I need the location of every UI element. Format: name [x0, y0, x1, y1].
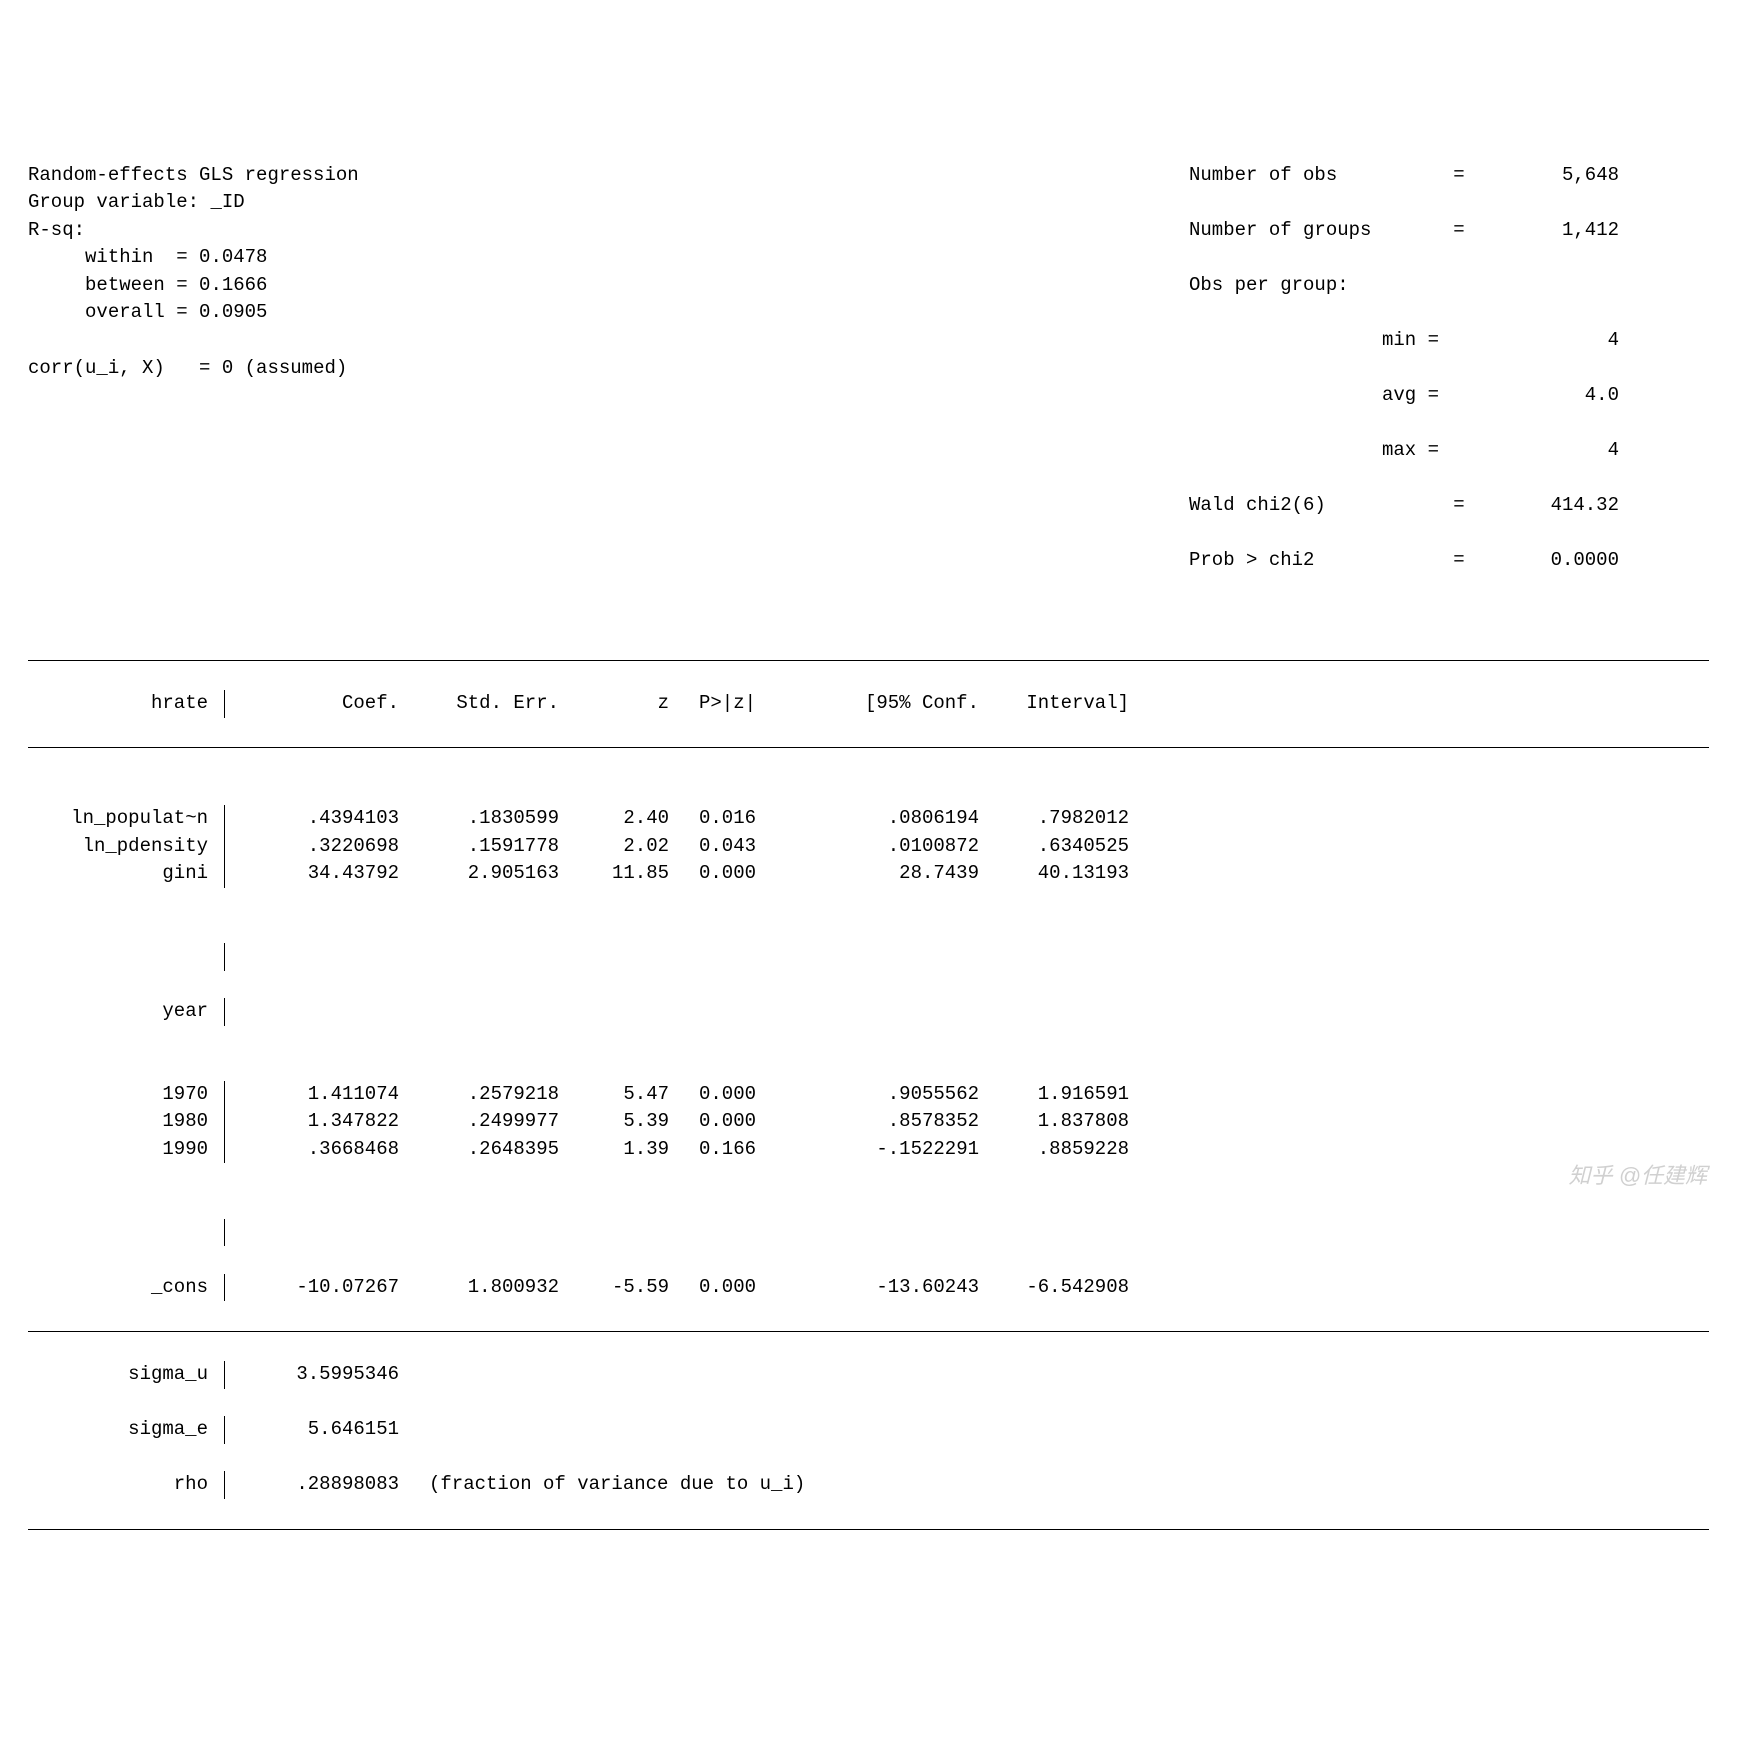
group-var: _ID — [210, 191, 244, 213]
rsq-label: R-sq: — [28, 219, 85, 241]
table-row: ln_populat~n.4394103.18305992.400.016.08… — [28, 805, 1709, 833]
opg-avg-label: avg = — [1189, 382, 1439, 410]
group-var-label: Group variable: — [28, 191, 199, 213]
opg-max-label: max = — [1189, 437, 1439, 465]
table-header-row: hrate Coef. Std. Err. z P>|z| [95% Conf.… — [28, 690, 1709, 718]
var-name: 1980 — [28, 1108, 222, 1136]
table-row-blank — [28, 1219, 1709, 1247]
year-label: year — [28, 998, 222, 1026]
opg-max: 4 — [1479, 437, 1619, 465]
table-mid-rule — [28, 1331, 1709, 1332]
var-name: 1990 — [28, 1136, 222, 1164]
nobs-label: Number of obs — [1189, 162, 1439, 190]
col-coef: Coef. — [239, 690, 399, 718]
col-cihi: Interval] — [979, 690, 1129, 718]
ngroups-value: 1,412 — [1479, 217, 1619, 245]
table-row: 19801.347822.24999775.390.000.85783521.8… — [28, 1108, 1709, 1136]
rho-row: rho .28898083 (fraction of variance due … — [28, 1471, 1709, 1499]
prob-value: 0.0000 — [1479, 547, 1619, 575]
opg-min: 4 — [1479, 327, 1619, 355]
rsq-overall: 0.0905 — [199, 301, 267, 323]
var-name: 1970 — [28, 1081, 222, 1109]
col-cilo: [95% Conf. — [809, 690, 979, 718]
table-top-rule — [28, 660, 1709, 661]
ngroups-label: Number of groups — [1189, 217, 1439, 245]
table-row: 19701.411074.25792185.470.000.90555621.9… — [28, 1081, 1709, 1109]
rsq-within-label: within = — [85, 246, 188, 268]
model-type: Random-effects GLS regression — [28, 164, 359, 186]
depvar-header: hrate — [28, 690, 222, 718]
year-header-row: year — [28, 998, 1709, 1026]
col-z: z — [559, 690, 669, 718]
watermark: 知乎 @任建辉 — [1569, 1160, 1707, 1192]
corr-label: corr(u_i, X) — [28, 357, 165, 379]
var-name: ln_populat~n — [28, 805, 222, 833]
table-row-blank — [28, 943, 1709, 971]
regression-header: Random-effects GLS regression Group vari… — [28, 134, 1709, 602]
rsq-overall-label: overall = — [85, 301, 188, 323]
var-name: gini — [28, 860, 222, 888]
sigma-e-row: sigma_e 5.646151 — [28, 1416, 1709, 1444]
table-row: ln_pdensity.3220698.15917782.020.043.010… — [28, 833, 1709, 861]
table-row: 1990.3668468.26483951.390.166-.1522291.8… — [28, 1136, 1709, 1164]
wald-value: 414.32 — [1479, 492, 1619, 520]
prob-label: Prob > chi2 — [1189, 547, 1439, 575]
var-name: ln_pdensity — [28, 833, 222, 861]
wald-label: Wald chi2(6) — [1189, 492, 1439, 520]
table-bottom-rule — [28, 1529, 1709, 1530]
rsq-within: 0.0478 — [199, 246, 267, 268]
nobs-value: 5,648 — [1479, 162, 1619, 190]
rsq-between-label: between = — [85, 274, 188, 296]
sigma-u-row: sigma_u 3.5995346 — [28, 1361, 1709, 1389]
cons-row: _cons -10.07267 1.800932 -5.59 0.000 -13… — [28, 1274, 1709, 1302]
rsq-between: 0.1666 — [199, 274, 267, 296]
table-row: gini34.437922.90516311.850.00028.743940.… — [28, 860, 1709, 888]
opg-min-label: min = — [1189, 327, 1439, 355]
col-p: P>|z| — [669, 690, 809, 718]
table-header-rule — [28, 747, 1709, 748]
cons-label: _cons — [28, 1274, 222, 1302]
rho-note: (fraction of variance due to u_i) — [399, 1471, 805, 1499]
corr-value: = 0 (assumed) — [199, 357, 347, 379]
opg-avg: 4.0 — [1479, 382, 1619, 410]
opg-label: Obs per group: — [1189, 272, 1439, 300]
col-se: Std. Err. — [399, 690, 559, 718]
